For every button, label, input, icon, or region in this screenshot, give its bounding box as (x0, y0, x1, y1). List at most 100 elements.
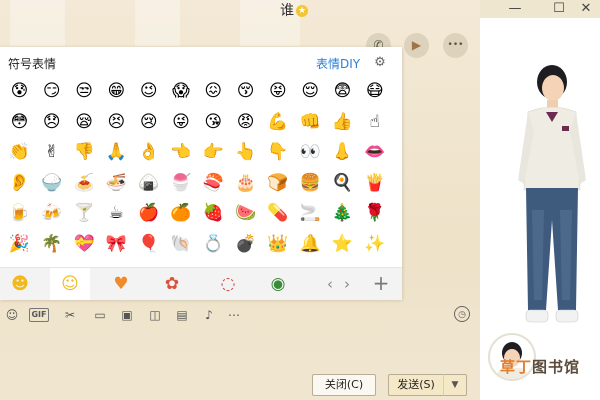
face-icon[interactable]: ☺ (2, 305, 22, 325)
emoji-cell[interactable]: 🍔 (297, 170, 324, 196)
emoji-cell[interactable]: 🍻 (38, 200, 65, 226)
emoji-cell[interactable]: 👀 (297, 139, 324, 165)
emoji-cell[interactable]: 😉 (135, 78, 162, 104)
emoji-cell[interactable]: 🌴 (38, 231, 65, 257)
emoji-cell[interactable]: 🍸 (71, 200, 98, 226)
emoji-cell[interactable]: 🍉 (232, 200, 259, 226)
emoji-cell[interactable]: ☕ (103, 200, 130, 226)
emoji-cell[interactable]: 👍 (329, 109, 356, 135)
emoji-tab-4[interactable]: ✿ (152, 268, 192, 300)
emoji-cell[interactable]: 😜 (168, 109, 195, 135)
emoji-cell[interactable]: 🎉 (6, 231, 33, 257)
emoji-cell[interactable]: 🎈 (135, 231, 162, 257)
send-button[interactable]: 发送(S) (388, 374, 444, 396)
emoji-cell[interactable]: 💍 (200, 231, 227, 257)
minimize-button[interactable]: — (506, 1, 524, 17)
emoji-cell[interactable]: ✌ (38, 139, 65, 165)
emoji-cell[interactable]: 😣 (103, 109, 130, 135)
prev-tab-button[interactable]: ‹ (323, 268, 337, 300)
emoji-tab-6[interactable]: ◉ (258, 268, 298, 300)
music-icon[interactable]: ♪ (199, 305, 219, 325)
folder-icon[interactable]: ▭ (90, 305, 110, 325)
emoji-tab-2[interactable]: ☺ (50, 268, 90, 300)
emoji-cell[interactable]: 😱 (168, 78, 195, 104)
emoji-cell[interactable]: 🍧 (168, 170, 195, 196)
emoji-cell[interactable]: 👈 (168, 139, 195, 165)
emoji-cell[interactable]: 👉 (200, 139, 227, 165)
emoji-cell[interactable]: 🍙 (135, 170, 162, 196)
send-options-dropdown[interactable]: ▼ (443, 374, 467, 396)
emoji-cell[interactable]: 🍝 (71, 170, 98, 196)
emoji-cell[interactable]: 😘 (200, 109, 227, 135)
emoji-cell[interactable]: 👏 (6, 139, 33, 165)
emoji-cell[interactable]: 😪 (71, 109, 98, 135)
emoji-cell[interactable]: 🎂 (232, 170, 259, 196)
emoji-cell[interactable]: ⭐ (329, 231, 356, 257)
emoji-cell[interactable]: 😌 (297, 78, 324, 104)
add-emoji-button[interactable]: + (370, 268, 392, 300)
emoji-cell[interactable]: 👆 (232, 139, 259, 165)
emoji-cell[interactable]: 😝 (264, 78, 291, 104)
shake-icon[interactable]: ◫ (145, 305, 165, 325)
history-icon[interactable]: ◷ (454, 306, 470, 322)
emoji-cell[interactable]: 🍚 (38, 170, 65, 196)
emoji-cell[interactable]: 👂 (6, 170, 33, 196)
emoji-cell[interactable]: 🍳 (329, 170, 356, 196)
emoji-cell[interactable]: 👄 (361, 139, 388, 165)
emoji-cell[interactable]: 💊 (264, 200, 291, 226)
emoji-cell[interactable]: 😒 (71, 78, 98, 104)
emoji-diy-link[interactable]: 表情DIY (316, 55, 360, 72)
emoji-cell[interactable]: 👑 (264, 231, 291, 257)
emoji-cell[interactable]: 🍜 (103, 170, 130, 196)
emoji-cell[interactable]: 🍟 (361, 170, 388, 196)
emoji-cell[interactable]: 👎 (71, 139, 98, 165)
emoji-cell[interactable]: 🍺 (6, 200, 33, 226)
emoji-cell[interactable]: ☝ (361, 109, 388, 135)
emoji-cell[interactable]: 😁 (103, 78, 130, 104)
emoji-cell[interactable]: 😷 (361, 78, 388, 104)
more-tools-icon[interactable]: ⋯ (224, 305, 244, 325)
emoji-cell[interactable]: 💣 (232, 231, 259, 257)
emoji-cell[interactable]: 😰 (6, 78, 33, 104)
emoji-cell[interactable]: 🐚 (168, 231, 195, 257)
emoji-cell[interactable]: 🔔 (297, 231, 324, 257)
emoji-cell[interactable]: 👇 (264, 139, 291, 165)
emoji-cell[interactable]: 😢 (135, 109, 162, 135)
emoji-cell[interactable]: 🍎 (135, 200, 162, 226)
emoji-cell[interactable]: 👌 (135, 139, 162, 165)
close-window-button[interactable]: ✕ (577, 1, 595, 17)
emoji-tab-1[interactable]: ☻ (0, 268, 40, 300)
emoji-cell[interactable]: 😨 (329, 78, 356, 104)
emoji-cell[interactable]: 🍞 (264, 170, 291, 196)
maximize-button[interactable]: ☐ (550, 1, 568, 17)
emoji-cell[interactable]: 💪 (264, 109, 291, 135)
emoji-cell[interactable]: 💝 (71, 231, 98, 257)
emoji-cell[interactable]: 🌹 (361, 200, 388, 226)
message-input[interactable] (0, 326, 480, 372)
emoji-cell[interactable]: 😚 (232, 78, 259, 104)
gif-icon[interactable]: GIF (29, 308, 49, 322)
more-options-button[interactable]: ••• (443, 33, 468, 58)
emoji-cell[interactable]: 😡 (232, 109, 259, 135)
emoji-cell[interactable]: 👃 (329, 139, 356, 165)
emoji-cell[interactable]: 🍓 (200, 200, 227, 226)
emoji-cell[interactable]: ✨ (361, 231, 388, 257)
emoji-cell[interactable]: 🎀 (103, 231, 130, 257)
settings-icon[interactable]: ⚙ (372, 55, 388, 71)
emoji-cell[interactable]: 😳 (6, 109, 33, 135)
video-call-button[interactable]: ▶ (404, 33, 429, 58)
emoji-cell[interactable]: 👊 (297, 109, 324, 135)
emoji-cell[interactable]: 🚬 (297, 200, 324, 226)
red-envelope-icon[interactable]: ▤ (172, 305, 192, 325)
emoji-cell[interactable]: 😏 (38, 78, 65, 104)
emoji-cell[interactable]: 😞 (38, 109, 65, 135)
scissors-icon[interactable]: ✂ (60, 305, 80, 325)
emoji-cell[interactable]: 🙏 (103, 139, 130, 165)
emoji-tab-3[interactable]: ♥ (101, 268, 141, 300)
emoji-cell[interactable]: 🍣 (200, 170, 227, 196)
emoji-cell[interactable]: 🍊 (168, 200, 195, 226)
emoji-tab-5[interactable]: ◌ (208, 268, 248, 300)
image-icon[interactable]: ▣ (117, 305, 137, 325)
close-chat-button[interactable]: 关闭(C) (312, 374, 376, 396)
emoji-cell[interactable]: 🎄 (329, 200, 356, 226)
